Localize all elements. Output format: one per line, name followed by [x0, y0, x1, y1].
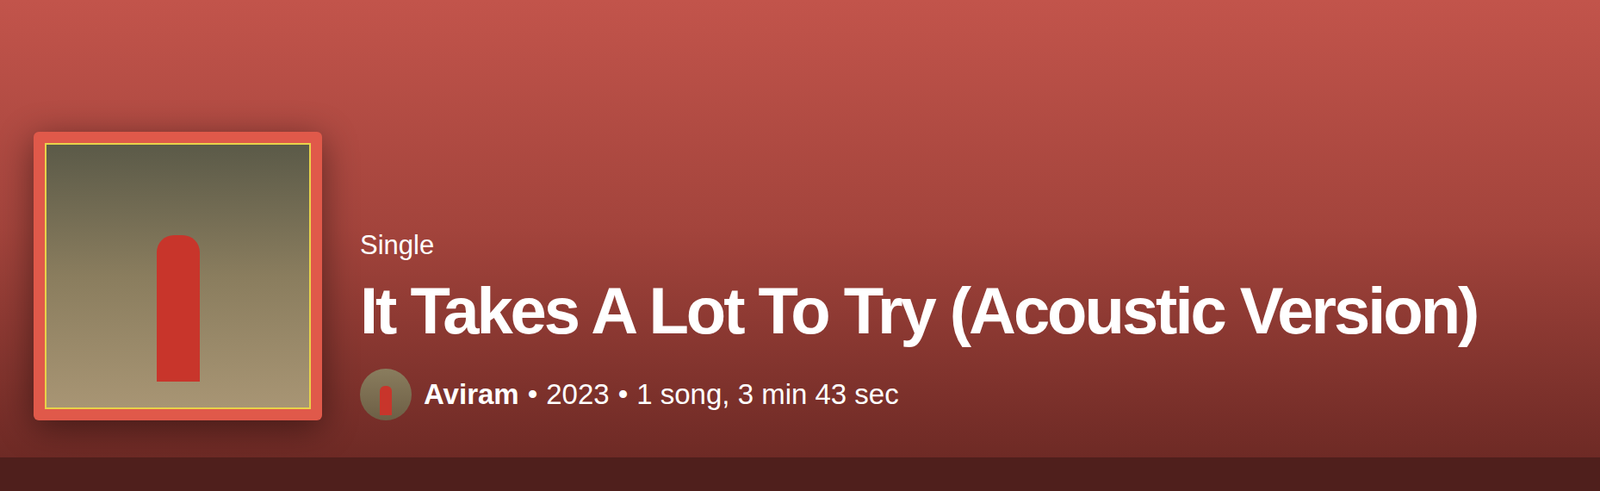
separator: • [618, 375, 629, 414]
album-info: Single It Takes A Lot To Try (Acoustic Ve… [359, 229, 1477, 421]
album-header: Single It Takes A Lot To Try (Acoustic Ve… [0, 0, 1600, 458]
cover-figure [156, 235, 200, 382]
release-year: 2023 [545, 375, 609, 414]
artist-link[interactable]: Aviram [423, 375, 520, 414]
album-title: It Takes A Lot To Try (Acoustic Version) [359, 272, 1477, 350]
separator: • [527, 375, 539, 414]
track-summary: 1 song, 3 min 43 sec [636, 375, 900, 414]
content-area [0, 457, 1600, 491]
album-type: Single [359, 229, 1477, 262]
cover-photo [44, 142, 311, 410]
album-meta: Aviram•2023•1 song, 3 min 43 sec [359, 368, 1477, 421]
artist-avatar[interactable] [359, 368, 412, 421]
album-cover [33, 131, 323, 421]
avatar-figure [379, 385, 392, 416]
